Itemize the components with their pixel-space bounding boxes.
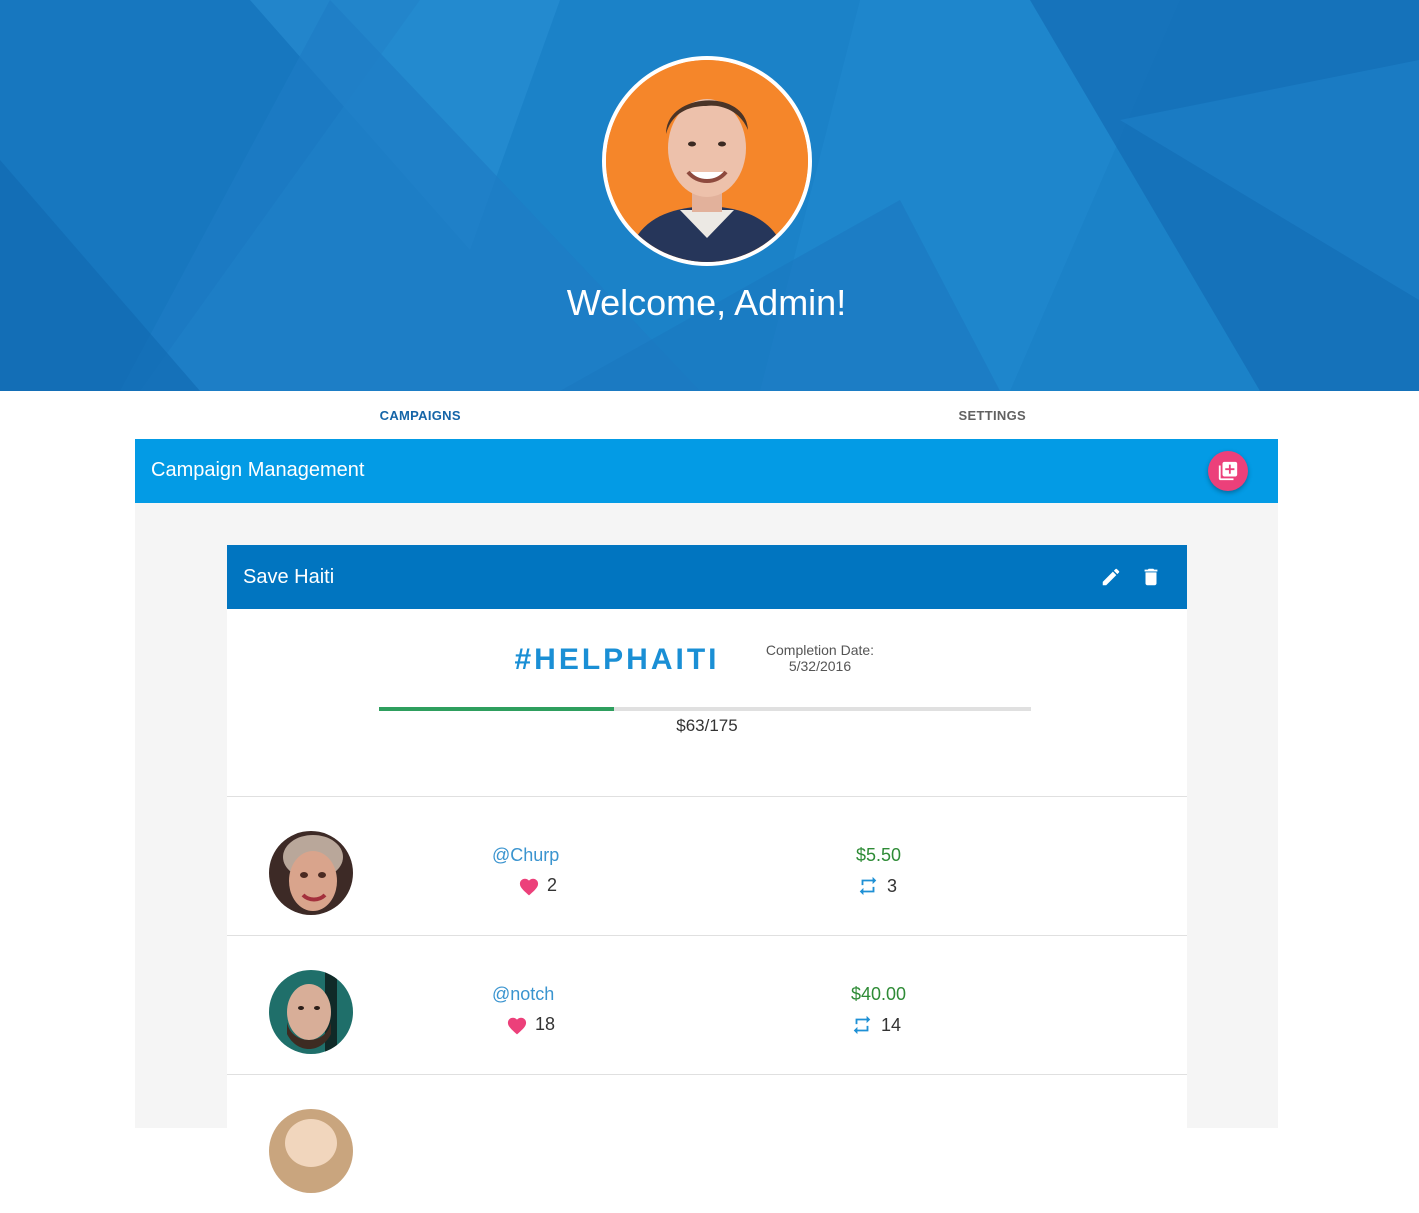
retweets-count: 14 <box>851 1014 901 1036</box>
tab-settings[interactable]: SETTINGS <box>707 391 1279 439</box>
completion-label: Completion Date: <box>765 642 875 658</box>
delete-campaign-button[interactable] <box>1139 565 1163 589</box>
panel-header: Campaign Management <box>135 439 1278 503</box>
avatar <box>269 970 353 1054</box>
campaign-hashtag: #HELPHAITI <box>514 643 720 676</box>
heart-icon <box>519 878 539 895</box>
campaign-card-header: Save Haiti <box>227 545 1187 609</box>
welcome-heading: Welcome, Admin! <box>566 282 847 323</box>
list-item: @notch 18 $40.00 14 <box>227 935 1187 1074</box>
add-to-collection-icon <box>1218 461 1238 481</box>
avatar <box>269 831 353 915</box>
funding-progress-fill <box>379 707 614 711</box>
funding-raised-text: $63/175 <box>676 716 738 735</box>
campaign-title: Save Haiti <box>243 566 335 588</box>
completion-date: Completion Date: 5/32/2016 <box>755 642 885 674</box>
list-item: @Churp 2 $5.50 3 <box>227 796 1187 935</box>
likes-value: 18 <box>535 1014 556 1034</box>
main-tabs: CAMPAIGNS SETTINGS <box>135 391 1278 439</box>
retweets-value: 14 <box>881 1014 902 1035</box>
edit-campaign-button[interactable] <box>1099 565 1123 589</box>
avatar <box>269 1109 353 1193</box>
donation-amount: $5.50 <box>855 845 902 865</box>
retweets-value: 3 <box>887 875 898 896</box>
admin-avatar <box>602 56 812 266</box>
likes-count: 2 <box>518 875 557 896</box>
trash-icon <box>1144 568 1158 586</box>
campaign-management-panel: Campaign Management Save Haiti #HELPHAIT… <box>135 439 1278 1213</box>
funding-progress-bar <box>379 707 1031 711</box>
completion-value: 5/32/2016 <box>788 658 852 674</box>
retweets-count: 3 <box>857 875 897 897</box>
retweet-icon <box>853 1015 871 1035</box>
campaign-card: Save Haiti #HELPHAITI Completion Date: 5… <box>227 545 1187 1213</box>
donation-amount: $40.00 <box>850 984 907 1004</box>
tab-campaigns[interactable]: CAMPAIGNS <box>135 391 707 439</box>
donor-handle[interactable]: @Churp <box>492 845 559 866</box>
add-campaign-button[interactable] <box>1208 451 1248 491</box>
list-item <box>227 1074 1187 1213</box>
pencil-icon <box>1102 568 1120 586</box>
heart-icon <box>507 1017 527 1034</box>
retweet-icon <box>859 876 877 896</box>
likes-value: 2 <box>547 875 558 895</box>
panel-title: Campaign Management <box>151 459 365 481</box>
donor-handle[interactable]: @notch <box>492 984 554 1005</box>
likes-count: 18 <box>506 1014 555 1035</box>
profile-hero: Welcome, Admin! <box>0 0 1419 391</box>
